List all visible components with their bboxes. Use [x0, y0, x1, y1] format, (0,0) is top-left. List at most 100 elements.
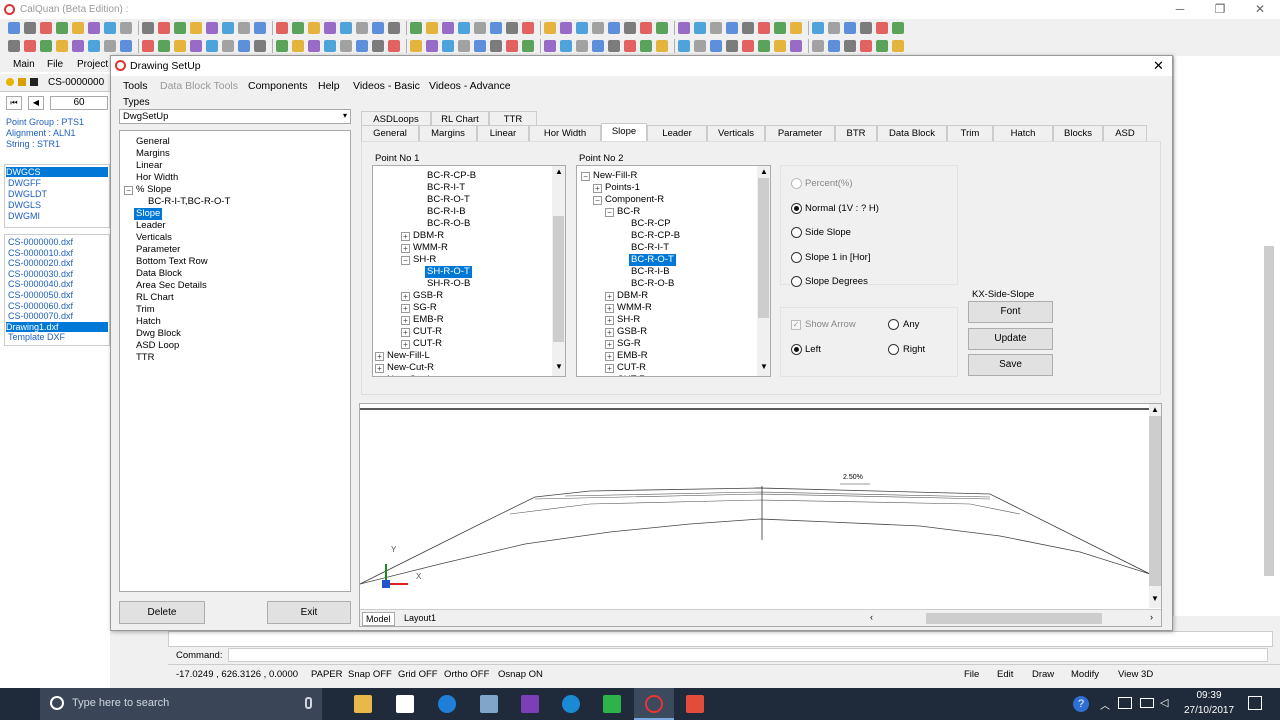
status-grid[interactable]: Grid OFF: [398, 669, 438, 680]
chevron-down-icon[interactable]: ▾: [343, 111, 347, 120]
toolbar-tool-icon[interactable]: [844, 22, 856, 34]
toolbar-tool-icon[interactable]: [88, 22, 100, 34]
toolbar-tool-icon[interactable]: [190, 22, 202, 34]
toolbar-tool-icon[interactable]: [560, 40, 572, 52]
point1-tree-item[interactable]: BC-R-O-B: [427, 218, 470, 230]
scroll-down-icon[interactable]: ▼: [760, 362, 768, 371]
point2-tree-item[interactable]: Points-1: [605, 182, 640, 194]
tab-blocks[interactable]: Blocks: [1053, 125, 1103, 141]
menu-components[interactable]: Components: [248, 80, 308, 92]
toolbar-tool-icon[interactable]: [142, 40, 154, 52]
toolbar-tool-icon[interactable]: [624, 40, 636, 52]
point2-tree-item[interactable]: BC-R-CP-B: [631, 230, 680, 242]
expand-icon[interactable]: +: [605, 376, 614, 377]
toolbar-tool-icon[interactable]: [372, 22, 384, 34]
toolbar-tool-icon[interactable]: [892, 22, 904, 34]
tab-slope[interactable]: Slope: [601, 123, 647, 141]
expand-icon[interactable]: +: [375, 352, 384, 361]
menu-project[interactable]: Project: [77, 59, 108, 70]
toolbar-tool-icon[interactable]: [120, 22, 132, 34]
expand-icon[interactable]: −: [593, 196, 602, 205]
tray-chevron-icon[interactable]: ︿: [1100, 697, 1110, 712]
toolbar-tool-icon[interactable]: [308, 40, 320, 52]
tree-item[interactable]: BC-R-I-T,BC-R-O-T: [148, 196, 230, 208]
arrow-right-radio[interactable]: [888, 344, 899, 355]
toolbar-tool-icon[interactable]: [640, 22, 652, 34]
toolbar-tool-icon[interactable]: [458, 22, 470, 34]
command-input[interactable]: [228, 648, 1268, 662]
file-explorer-icon[interactable]: [354, 695, 372, 713]
toolbar-tool-icon[interactable]: [340, 40, 352, 52]
tree-item[interactable]: Bottom Text Row: [136, 256, 208, 268]
toolbar-tool-icon[interactable]: [828, 40, 840, 52]
toolbar-tool-icon[interactable]: [522, 22, 534, 34]
expand-icon[interactable]: +: [605, 352, 614, 361]
file-item[interactable]: CS-0000020.dxf: [8, 258, 73, 268]
toolbar-tool-icon[interactable]: [844, 40, 856, 52]
bulb-icon[interactable]: [6, 78, 14, 86]
slope-option-radio[interactable]: [791, 178, 802, 189]
close-window-icon[interactable]: ✕: [1245, 2, 1275, 16]
expand-icon[interactable]: +: [605, 364, 614, 373]
toolbar-tool-icon[interactable]: [474, 22, 486, 34]
toolbar-tool-icon[interactable]: [158, 40, 170, 52]
minimize-icon[interactable]: ─: [1165, 2, 1195, 16]
tree-item[interactable]: Margins: [136, 148, 170, 160]
toolbar-tool-icon[interactable]: [222, 40, 234, 52]
toolbar-tool-icon[interactable]: [506, 22, 518, 34]
first-icon[interactable]: ⏮: [6, 96, 22, 110]
toolbar-tool-icon[interactable]: [8, 22, 20, 34]
expand-icon[interactable]: +: [605, 316, 614, 325]
app-blue-icon[interactable]: [562, 695, 580, 713]
toolbar-tool-icon[interactable]: [656, 22, 668, 34]
slope-option-radio[interactable]: [791, 276, 802, 287]
exit-button[interactable]: Exit: [267, 601, 351, 624]
toolbar-tool-icon[interactable]: [592, 22, 604, 34]
point1-tree-item[interactable]: WMM-R: [413, 242, 448, 254]
toolbar-tool-icon[interactable]: [758, 22, 770, 34]
point1-tree-item[interactable]: New-Cut-R: [387, 362, 434, 374]
point2-scrollbar[interactable]: ▲ ▼: [757, 166, 770, 376]
status-ortho[interactable]: Ortho OFF: [444, 669, 489, 680]
visual-studio-icon[interactable]: [521, 695, 539, 713]
menu-view3d-bottom[interactable]: View 3D: [1118, 669, 1153, 680]
expand-icon[interactable]: +: [401, 316, 410, 325]
toolbar-tool-icon[interactable]: [292, 40, 304, 52]
scroll-down-icon[interactable]: ▼: [555, 362, 563, 371]
expand-icon[interactable]: +: [605, 292, 614, 301]
toolbar-tool-icon[interactable]: [190, 40, 202, 52]
point1-tree-item[interactable]: SH-R-O-T: [425, 266, 472, 278]
tree-item[interactable]: Area Sec Details: [136, 280, 207, 292]
toolbar-tool-icon[interactable]: [608, 22, 620, 34]
toolbar-tool-icon[interactable]: [544, 22, 556, 34]
tree-item[interactable]: Linear: [136, 160, 162, 172]
point1-tree-item[interactable]: BC-R-CP-B: [427, 170, 476, 182]
update-button[interactable]: Update: [968, 328, 1053, 350]
expand-icon[interactable]: +: [605, 340, 614, 349]
toolbar-tool-icon[interactable]: [876, 40, 888, 52]
tab-parameter[interactable]: Parameter: [765, 125, 835, 141]
menu-edit-bottom[interactable]: Edit: [997, 669, 1013, 680]
toolbar-tool-icon[interactable]: [104, 22, 116, 34]
scroll-thumb[interactable]: [1149, 416, 1161, 586]
toolbar-tool-icon[interactable]: [324, 22, 336, 34]
toolbar-tool-icon[interactable]: [742, 40, 754, 52]
scroll-thumb[interactable]: [553, 216, 564, 342]
toolbar-tool-icon[interactable]: [442, 40, 454, 52]
prev-icon[interactable]: ◀: [28, 96, 44, 110]
file-item[interactable]: Template DXF: [8, 332, 65, 342]
expand-icon[interactable]: +: [401, 244, 410, 253]
expand-icon[interactable]: −: [401, 256, 410, 265]
toolbar-tool-icon[interactable]: [56, 22, 68, 34]
toolbar-tool-icon[interactable]: [206, 40, 218, 52]
toolbar-tool-icon[interactable]: [24, 22, 36, 34]
toolbar-tool-icon[interactable]: [340, 22, 352, 34]
tree-item[interactable]: Verticals: [136, 232, 172, 244]
toolbar-tool-icon[interactable]: [410, 22, 422, 34]
clock-date[interactable]: 27/10/2017: [1179, 705, 1239, 716]
app-green-icon[interactable]: [603, 695, 621, 713]
toolbar-tool-icon[interactable]: [710, 22, 722, 34]
slope-option-radio[interactable]: [791, 227, 802, 238]
toolbar-tool-icon[interactable]: [24, 40, 36, 52]
menu-help[interactable]: Help: [318, 80, 340, 92]
